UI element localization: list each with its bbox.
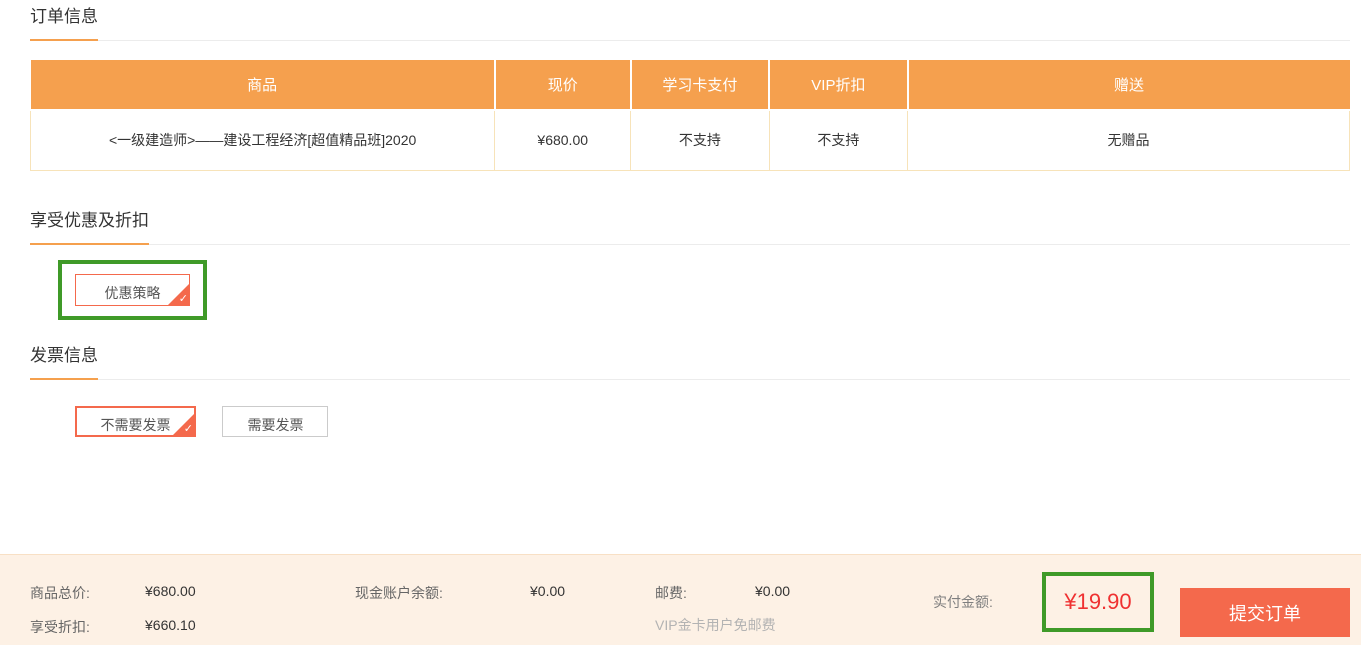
highlight-box-discount-strategy: 优惠策略 ✓: [58, 259, 207, 320]
order-table-header-row: 商品 现价 学习卡支付 VIP折扣 赠送: [30, 60, 1350, 111]
submit-order-button[interactable]: 提交订单: [1180, 588, 1350, 637]
column-gift: 赠送: [907, 60, 1350, 111]
card-pay-cell: 不支持: [630, 109, 770, 171]
check-icon: ✓: [183, 423, 193, 435]
need-invoice-button[interactable]: 需要发票: [222, 405, 329, 437]
gift-cell: 无赠品: [907, 109, 1350, 171]
column-vip-discount: VIP折扣: [769, 60, 909, 111]
discount-section-header: 享受优惠及折扣: [30, 209, 1350, 245]
order-table-row: <一级建造师>——建设工程经济[超值精品班]2020 ¥680.00 不支持 不…: [29, 109, 1350, 171]
vip-discount-cell: 不支持: [768, 109, 909, 171]
discount-strategy-button[interactable]: 优惠策略 ✓: [75, 273, 190, 306]
invoice-section-title: 发票信息: [30, 345, 98, 380]
order-info-section-header: 订单信息: [30, 5, 1350, 41]
payable-amount-label: 实付金额:: [933, 594, 993, 610]
highlight-box-payable-amount: ¥19.90: [1042, 572, 1154, 632]
discount-section-title: 享受优惠及折扣: [30, 210, 149, 245]
checkout-page: 订单信息 商品 现价 学习卡支付 VIP折扣 赠送 <一级建造师>——建设工程经…: [0, 0, 1361, 437]
column-card-pay: 学习卡支付: [630, 60, 771, 111]
column-price: 现价: [494, 60, 632, 111]
order-summary-bar: 商品总价: ¥680.00 享受折扣: ¥660.10 现金账户余额: ¥0.0…: [0, 554, 1361, 645]
discount-value: ¥660.10: [145, 617, 196, 633]
check-icon: ✓: [178, 292, 188, 305]
column-product: 商品: [30, 60, 496, 111]
no-invoice-label: 不需要发票: [100, 416, 171, 433]
total-price-label: 商品总价:: [30, 585, 90, 601]
order-table: 商品 现价 学习卡支付 VIP折扣 赠送 <一级建造师>——建设工程经济[超值精…: [29, 60, 1350, 171]
discount-label: 享受折扣:: [30, 619, 90, 635]
postage-value: ¥0.00: [755, 583, 791, 599]
total-price-value: ¥680.00: [145, 583, 196, 599]
need-invoice-label: 需要发票: [247, 416, 304, 433]
cash-balance-label: 现金账户余额:: [355, 585, 443, 601]
price-cell: ¥680.00: [494, 109, 632, 171]
order-info-title: 订单信息: [30, 7, 98, 41]
product-cell: <一级建造师>——建设工程经济[超值精品班]2020: [29, 109, 496, 171]
postage-label: 邮费:: [655, 585, 687, 601]
invoice-options: 不需要发票 ✓ 需要发票: [75, 405, 1350, 437]
payable-amount-value: ¥19.90: [1064, 589, 1132, 614]
discount-strategy-label: 优惠策略: [104, 285, 161, 301]
postage-note: VIP金卡用户免邮费: [655, 617, 776, 633]
cash-balance-value: ¥0.00: [530, 583, 566, 599]
no-invoice-button[interactable]: 不需要发票 ✓: [75, 406, 196, 437]
invoice-section-header: 发票信息: [30, 344, 1350, 380]
